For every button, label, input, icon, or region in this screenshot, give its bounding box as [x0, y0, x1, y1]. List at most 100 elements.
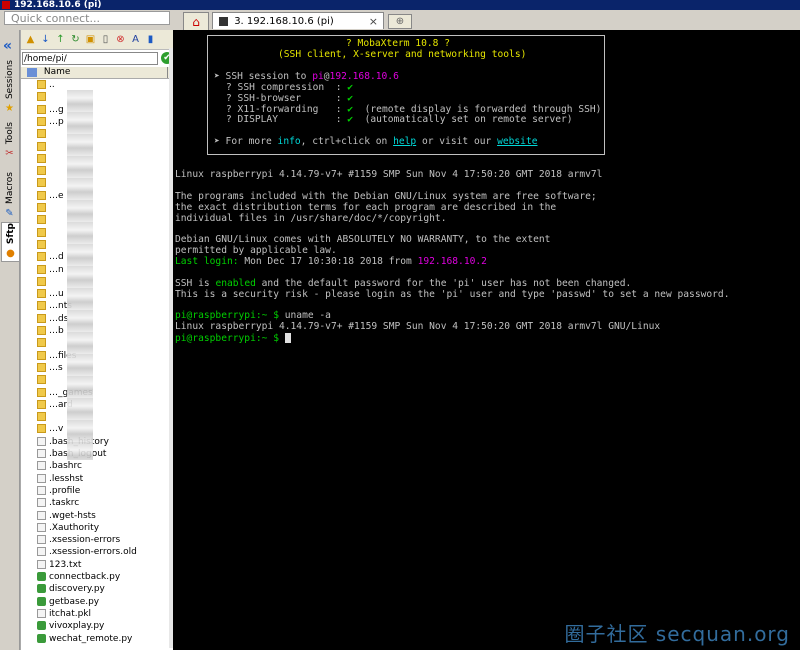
- file-name: .lesshst: [49, 473, 84, 484]
- file-list-item[interactable]: [21, 153, 49, 165]
- file-list-item[interactable]: …b: [21, 325, 64, 337]
- python-file-icon: [37, 572, 46, 581]
- new-tab-button[interactable]: ⊕: [388, 14, 412, 29]
- welcome-banner: ? MobaXterm 10.8 ? (SSH client, X-server…: [207, 35, 605, 155]
- term-uname-output: Linux raspberrypi 4.14.79-v7+ #1159 SMP …: [175, 321, 661, 332]
- side-tab-sftp[interactable]: Sftp ●: [1, 222, 19, 262]
- file-list-item[interactable]: …ds: [21, 313, 68, 325]
- new-folder-icon[interactable]: ▣: [84, 33, 97, 46]
- file-list-item[interactable]: …n: [21, 264, 64, 276]
- file-list-item[interactable]: [21, 141, 49, 153]
- banner-info-link[interactable]: info: [278, 136, 301, 147]
- file-list-item[interactable]: [21, 177, 49, 189]
- file-list-item[interactable]: ..: [21, 79, 55, 91]
- file-list-item[interactable]: [21, 337, 49, 349]
- file-list-item[interactable]: .xsession-errors.old: [21, 546, 137, 558]
- file-list-item[interactable]: .xsession-errors: [21, 534, 120, 546]
- upload-icon[interactable]: ↑: [54, 33, 67, 46]
- folder-icon: [37, 227, 46, 237]
- collapse-sidebar-icon[interactable]: «: [3, 38, 12, 54]
- file-list-item[interactable]: wechat_remote.py: [21, 633, 132, 645]
- banner-website-link[interactable]: website: [497, 136, 537, 147]
- parent-folder-icon[interactable]: ▲: [24, 33, 37, 46]
- term-ssh-warning-2: This is a security risk - please login a…: [175, 289, 730, 300]
- term-current-prompt[interactable]: pi@raspberrypi:~ $: [175, 333, 291, 345]
- watermark: 圈子社区 secquan.org: [564, 622, 790, 647]
- file-list-item[interactable]: [21, 202, 49, 214]
- side-tab-tools[interactable]: Tools ✂: [1, 122, 18, 170]
- file-list-item[interactable]: .taskrc: [21, 497, 79, 509]
- file-list-item[interactable]: .wget-hsts: [21, 510, 96, 522]
- app-icon: [2, 1, 10, 9]
- file-list-item[interactable]: .profile: [21, 485, 80, 497]
- file-icon: [37, 461, 46, 471]
- file-list-item[interactable]: …v: [21, 423, 63, 435]
- file-list-item[interactable]: .Xauthority: [21, 522, 99, 534]
- banner-feature-row: ? DISPLAY : ✔ (automatically set on remo…: [226, 114, 573, 126]
- file-list-item[interactable]: [21, 227, 49, 239]
- file-name: wechat_remote.py: [49, 633, 133, 644]
- file-list-item[interactable]: [21, 91, 49, 103]
- file-list-item[interactable]: …ard: [21, 399, 73, 411]
- prompt: pi@raspberrypi:~ $: [175, 310, 279, 321]
- column-name[interactable]: Name: [44, 67, 71, 77]
- banner-feature-label: ? SSH compression :: [226, 82, 348, 93]
- side-tab-sessions[interactable]: Sessions ★: [1, 60, 18, 120]
- tab-session[interactable]: 3. 192.168.10.6 (pi) ×: [212, 12, 384, 29]
- file-list-item[interactable]: .bash_history: [21, 436, 109, 448]
- file-list-item[interactable]: [21, 165, 49, 177]
- file-list-item[interactable]: [21, 374, 49, 386]
- macro-icon: ✎: [5, 207, 14, 219]
- file-list-item[interactable]: vivoxplay.py: [21, 620, 104, 632]
- quick-connect-input[interactable]: Quick connect...: [4, 11, 170, 25]
- star-icon: ★: [5, 103, 14, 115]
- file-list-item[interactable]: …p: [21, 116, 64, 128]
- file-list-item[interactable]: …g: [21, 104, 64, 116]
- home-tab-button[interactable]: ⌂: [183, 12, 209, 30]
- file-list-item[interactable]: [21, 411, 49, 423]
- file-list-item[interactable]: …e: [21, 190, 64, 202]
- file-list-item[interactable]: [21, 239, 49, 251]
- follow-terminal-icon[interactable]: ▮: [144, 33, 157, 46]
- file-list-item[interactable]: …d: [21, 251, 64, 263]
- file-list-item[interactable]: itchat.pkl: [21, 608, 91, 620]
- folder-icon: [37, 301, 46, 311]
- file-list-item[interactable]: 123.txt: [21, 559, 81, 571]
- file-list-item[interactable]: .bash_logout: [21, 448, 106, 460]
- file-name: ..: [49, 80, 55, 90]
- banner-more-prefix: ➤ For more: [214, 136, 278, 147]
- banner-subtitle: (SSH client, X-server and networking too…: [278, 49, 527, 60]
- file-list-item[interactable]: .lesshst: [21, 473, 83, 485]
- file-list-item[interactable]: connectback.py: [21, 571, 120, 583]
- refresh-icon[interactable]: ↻: [69, 33, 82, 46]
- new-file-icon[interactable]: ▯: [99, 33, 112, 46]
- file-list-item[interactable]: .bashrc: [21, 460, 82, 472]
- side-tab-macros[interactable]: Macros ✎: [1, 172, 18, 220]
- ssh-warn-a: SSH is: [175, 278, 216, 289]
- file-list-item[interactable]: discovery.py: [21, 583, 105, 595]
- download-icon[interactable]: ↓: [39, 33, 52, 46]
- file-list-header[interactable]: Name: [21, 67, 174, 79]
- file-name: .xsession-errors: [49, 535, 121, 546]
- file-name: itchat.pkl: [49, 608, 92, 619]
- file-list-item[interactable]: getbase.py: [21, 596, 99, 608]
- tab-close-button[interactable]: ×: [369, 13, 378, 30]
- file-list-item[interactable]: …u: [21, 288, 64, 300]
- ssh-warn-b: and the default password for the 'pi' us…: [255, 278, 632, 289]
- file-list-item[interactable]: [21, 128, 49, 140]
- rename-icon[interactable]: A: [129, 33, 142, 46]
- file-icon: [37, 608, 46, 618]
- select-all-icon[interactable]: [27, 68, 37, 77]
- file-name: .Xauthority: [49, 522, 100, 533]
- file-list-item[interactable]: [21, 214, 49, 226]
- folder-icon: [37, 80, 46, 89]
- banner-help-link[interactable]: help: [393, 136, 416, 147]
- file-list-item[interactable]: …nts: [21, 300, 72, 312]
- terminal[interactable]: ? MobaXterm 10.8 ? (SSH client, X-server…: [173, 30, 800, 650]
- file-list-item[interactable]: [21, 276, 49, 288]
- file-list-item[interactable]: …s: [21, 362, 63, 374]
- column-separator[interactable]: [167, 67, 168, 78]
- check-icon: ✔: [347, 92, 354, 104]
- sftp-path-input[interactable]: /home/pi/: [22, 52, 158, 65]
- delete-icon[interactable]: ⊗: [114, 33, 127, 46]
